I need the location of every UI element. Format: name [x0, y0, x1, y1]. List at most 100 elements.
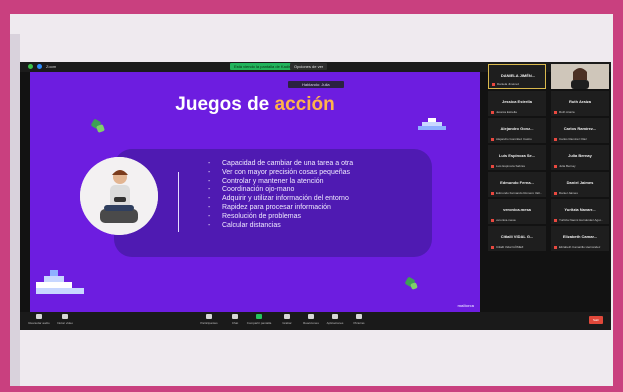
participant-name: Jessica Estrella [501, 99, 533, 104]
mic-muted-icon [492, 82, 495, 86]
participant-tile[interactable]: Ruth Araiza Ruth Araiza [551, 91, 609, 116]
reactions-icon [308, 314, 314, 319]
list-item: Controlar y mantener la atención [208, 178, 428, 187]
view-options-button[interactable]: Opciones de ver [290, 63, 328, 70]
participant-name: Citlalli VIDAL G... [500, 234, 534, 239]
slide-title-accent: acción [274, 94, 335, 115]
list-item: Adquirir y utilizar información del ento… [208, 195, 428, 204]
toolbar-label: Grabar [282, 321, 292, 325]
participant-tile[interactable]: veronica.mesa veronica.mesa [488, 199, 546, 224]
mic-muted-icon [491, 245, 494, 249]
mic-muted-icon [554, 137, 557, 141]
list-item: Ver con mayor precisión cosas pequeñas [208, 169, 428, 178]
frame-shadow [10, 34, 20, 386]
participant-tile[interactable]: Citlalli VIDAL G... Citlalli Vidal GÓMEZ [488, 226, 546, 251]
participant-tile[interactable]: DANIELA JIMÉN... Daniela Jiménez [488, 64, 546, 89]
participant-tile[interactable]: Carlos Ramírez... Carlos Ramírez Olaz [551, 118, 609, 143]
participant-label: Elizabeth Camarillo Hernández [554, 245, 600, 249]
participant-label: veronica.mesa [491, 218, 516, 222]
participant-label: Alejandro González Castro [491, 137, 532, 141]
participant-video-tile[interactable] [551, 64, 609, 89]
brand-watermark: mallorca [457, 303, 474, 308]
whiteboard-icon [356, 314, 362, 319]
apps-icon [332, 314, 338, 319]
mic-muted-icon [491, 110, 494, 114]
participant-tile[interactable]: Elizabeth Camar... Elizabeth Camarillo H… [551, 226, 609, 251]
shared-slide: Hablando: Julia Juegos de acción - Capac… [30, 72, 480, 312]
zoom-window: Zoom Está viendo la pantalla de Kadirali… [20, 62, 611, 330]
toolbar-label: Reanudar audio [28, 321, 50, 325]
participant-label: Carlos Ramírez Olaz [554, 137, 587, 141]
meeting-toolbar: Reanudar audio Iniciar video Participant… [20, 312, 611, 330]
mic-muted-icon [554, 191, 557, 195]
participant-name: Luis Espinoza Se... [498, 153, 536, 158]
participant-name: Ruth Araiza [568, 99, 592, 104]
participant-tile[interactable]: Daniel Jaimes Daniel Jaimes [551, 172, 609, 197]
mic-muted-icon [491, 218, 494, 222]
participant-name: Edmundo Ferna... [500, 180, 534, 185]
apps-button[interactable]: Aplicaciones [322, 314, 348, 325]
toolbar-label: Compartir pantalla [246, 321, 272, 325]
active-speaker-tag: Hablando: Julia [288, 81, 344, 88]
participant-name: DANIELA JIMÉN... [500, 73, 536, 78]
participants-button[interactable]: Participantes [196, 314, 222, 325]
participant-tile[interactable]: Luis Espinoza Se... Luis Espinoza Sabrés [488, 145, 546, 170]
meeting-info-label: Zoom [46, 64, 57, 69]
participant-name: Daniel Jaimes [566, 180, 594, 185]
participant-tile[interactable]: Julia Bernay Julia Bernay [551, 145, 609, 170]
participant-label: Julia Bernay [554, 164, 576, 168]
participant-tile[interactable]: Edmundo Ferna... Edmundo Fernando Romero… [488, 172, 546, 197]
toolbar-label: Pizarras [353, 321, 365, 325]
participant-name: Julia Bernay [568, 153, 592, 158]
card-divider [178, 172, 179, 232]
microphone-icon [36, 314, 42, 319]
participant-name: Yuritzia Navarr... [564, 207, 596, 212]
toolbar-label: Reacciones [303, 321, 319, 325]
whiteboards-button[interactable]: Pizarras [346, 314, 372, 325]
participant-label: Daniel Jaimes [554, 191, 578, 195]
meeting-info-icon[interactable] [37, 64, 42, 69]
mic-muted-icon [491, 191, 494, 195]
security-shield-icon[interactable] [28, 64, 33, 69]
participant-tile[interactable]: Alejandro Gonz... Alejandro González Cas… [488, 118, 546, 143]
participant-video-icon [551, 64, 609, 89]
topbar-left: Zoom [28, 64, 56, 69]
list-item: Resolución de problemas [208, 213, 428, 222]
participant-label: Luis Espinoza Sabrés [491, 164, 525, 168]
mic-muted-icon [554, 164, 557, 168]
participant-label: Ruth Araiza [554, 110, 575, 114]
toolbar-label: Participantes [200, 321, 218, 325]
list-item: Rapidez para procesar información [208, 204, 428, 213]
list-item: Calcular distancias [208, 222, 428, 231]
slide-title-main: Juegos de [175, 94, 275, 115]
participant-name: veronica.mesa [503, 207, 531, 212]
mic-muted-icon [554, 245, 557, 249]
benefits-list: Capacidad de cambiar de una tarea a otra… [208, 160, 428, 230]
participant-tile[interactable]: Yuritzia Navarr... Yuritzia Naomi Hernán… [551, 199, 609, 224]
participant-name: Elizabeth Camar... [562, 234, 598, 239]
participant-name: Alejandro Gonz... [500, 126, 534, 131]
record-icon [284, 314, 290, 319]
unmute-audio-button[interactable]: Reanudar audio [26, 314, 52, 325]
camera-icon [62, 314, 68, 319]
mic-muted-icon [491, 137, 494, 141]
chat-icon [232, 314, 238, 319]
chat-button[interactable]: Chat [222, 314, 248, 325]
participant-gallery: DANIELA JIMÉN... Daniela Jiménez Jessica… [488, 64, 609, 312]
gamer-illustration [80, 157, 158, 235]
participant-label: Citlalli Vidal GÓMEZ [491, 245, 523, 249]
slide-title: Juegos de acción [30, 94, 480, 116]
leave-meeting-button[interactable]: Salir [589, 316, 603, 324]
participant-tile[interactable]: Jessica Estrella Jessica Estrella [488, 91, 546, 116]
toolbar-label: Aplicaciones [326, 321, 344, 325]
list-item: Coordinación ojo-mano [208, 186, 428, 195]
reactions-button[interactable]: Reacciones [298, 314, 324, 325]
participant-label: Daniela Jiménez [492, 82, 519, 86]
participant-label: Edmundo Fernando Romero Vall... [491, 191, 542, 195]
record-button[interactable]: Grabar [274, 314, 300, 325]
toolbar-label: Chat [231, 321, 239, 325]
mic-muted-icon [554, 218, 557, 222]
start-video-button[interactable]: Iniciar video [52, 314, 78, 325]
list-item: Capacidad de cambiar de una tarea a otra [208, 160, 428, 169]
share-screen-button[interactable]: Compartir pantalla [246, 314, 272, 325]
